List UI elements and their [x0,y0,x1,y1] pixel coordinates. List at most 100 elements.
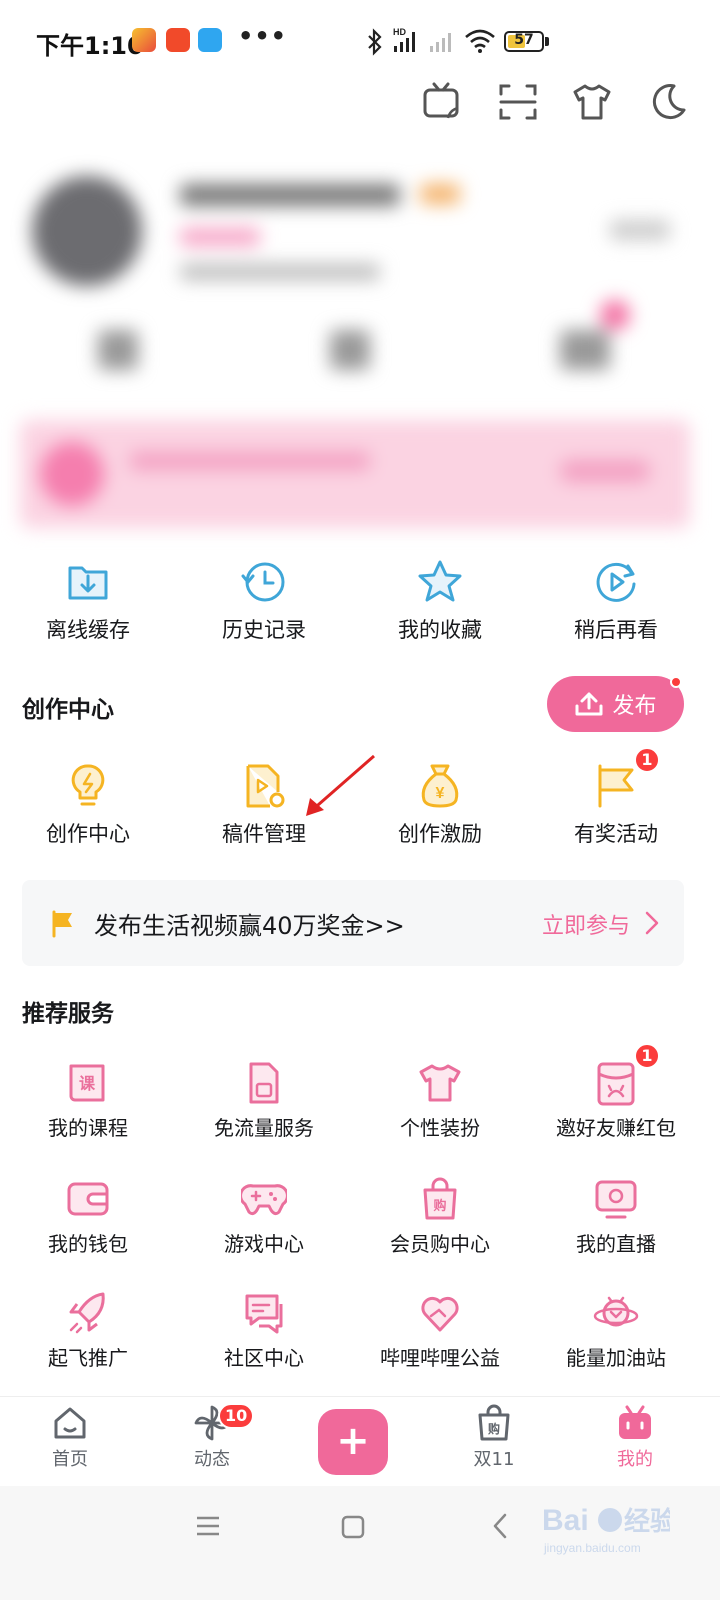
dynamic-badge: 10 [218,1403,255,1429]
svg-text:经验: 经验 [624,1506,670,1537]
service-label: 会员购中心 [390,1232,490,1256]
scan-icon[interactable] [496,80,540,124]
quick-label: 离线缓存 [46,618,130,642]
stat-1-blur[interactable] [98,330,138,370]
service-item-invite[interactable]: 邀好友赚红包 [528,1060,704,1141]
red-packet-icon [597,1062,635,1106]
shopping-bag-icon: 购 [478,1404,510,1441]
profile-card[interactable] [20,150,690,540]
banner-flag-icon [52,910,72,938]
creation-label: 创作激励 [398,822,482,846]
nav-label: 首页 [52,1449,88,1470]
stat-2-blur[interactable] [330,330,370,370]
services-section-title: 推荐服务 [22,1001,114,1027]
star-icon [418,560,462,602]
svg-text:HD: HD [393,27,406,37]
menu-icon[interactable] [194,1514,222,1538]
svg-text:jingyan.baidu.com: jingyan.baidu.com [543,1541,641,1555]
svg-text:课: 课 [79,1074,96,1093]
username-blur [180,184,400,206]
creation-label: 稿件管理 [222,822,306,846]
reward-activity-item[interactable]: 有奖活动 [528,762,704,848]
service-item-wallet[interactable]: 我的钱包 [0,1176,176,1257]
upload-icon [575,692,603,716]
service-item-energy-station[interactable]: 能量加油站 [528,1290,704,1371]
service-item-community[interactable]: 社区中心 [176,1290,352,1371]
quick-label: 历史记录 [222,618,306,642]
watch-later-item[interactable]: 稍后再看 [528,558,704,644]
service-item-my-live[interactable]: 我的直播 [528,1176,704,1257]
sim-card-icon [249,1062,279,1104]
publish-notification-dot [670,676,682,688]
home-square-icon[interactable] [340,1514,366,1540]
service-label: 免流量服务 [214,1116,314,1140]
space-link-blur[interactable] [610,220,670,240]
download-folder-icon [68,566,108,600]
nav-label-active: 我的 [617,1449,653,1470]
stat-badge-blur [600,300,630,330]
avatar[interactable] [32,176,142,286]
level-badge-blur [420,184,460,204]
service-item-member-shop[interactable]: 购 会员购中心 [352,1176,528,1257]
service-label: 我的直播 [576,1232,656,1256]
service-label: 游戏中心 [224,1232,304,1256]
nav-double11[interactable]: 购 双11 [444,1403,544,1471]
rocket-icon [69,1292,105,1334]
vip-banner-blur[interactable] [20,420,690,528]
energy-planet-icon [593,1296,639,1327]
invite-badge: 1 [634,1043,660,1069]
battery-icon: 57 [504,31,544,52]
service-label: 能量加油站 [566,1346,666,1370]
status-time: 下午1:10 [36,32,144,60]
banner-text: 发布生活视频赢40万奖金>> [94,912,405,940]
creation-center-item[interactable]: 创作中心 [0,762,176,848]
bluetooth-icon [368,28,382,56]
gamepad-icon [241,1184,287,1216]
history-clock-icon [241,562,285,602]
service-item-promotion[interactable]: 起飞推广 [0,1290,176,1371]
course-book-icon: 课 [69,1064,105,1102]
tv-icon[interactable] [420,80,464,124]
quick-label: 稍后再看 [574,618,658,642]
creation-section-title: 创作中心 [22,697,114,723]
tshirt-icon[interactable] [570,80,614,124]
bottom-nav: 首页 动态 10 + 购 双11 我的 [0,1396,720,1486]
service-item-charity[interactable]: 哔哩哔哩公益 [352,1290,528,1371]
service-label: 哔哩哔哩公益 [380,1346,500,1370]
system-nav-bar: Bai 经验 jingyan.baidu.com [0,1486,720,1600]
live-tv-icon [595,1180,637,1219]
chevron-right-icon [645,911,659,935]
publish-plus-button[interactable]: + [318,1409,388,1475]
moon-icon[interactable] [646,80,690,124]
nav-mine[interactable]: 我的 [585,1403,685,1471]
service-item-free-data[interactable]: 免流量服务 [176,1060,352,1141]
service-item-dress-up[interactable]: 个性装扮 [352,1060,528,1141]
svg-text:Bai: Bai [542,1504,589,1537]
service-item-game-center[interactable]: 游戏中心 [176,1176,352,1257]
offline-cache-item[interactable]: 离线缓存 [0,558,176,644]
service-label: 我的课程 [48,1116,128,1140]
service-label: 我的钱包 [48,1232,128,1256]
service-label: 个性装扮 [400,1116,480,1140]
nav-home[interactable]: 首页 [20,1403,120,1471]
service-label: 起飞推广 [48,1346,128,1370]
quick-label: 我的收藏 [398,618,482,642]
coins-blur [180,264,380,280]
publish-button[interactable]: 发布 [547,676,684,732]
battery-percent: 57 [514,32,534,48]
app-icon-panda [132,28,156,52]
favorites-item[interactable]: 我的收藏 [352,558,528,644]
battery-tip [545,37,549,46]
stat-3-blur[interactable] [560,330,610,370]
wifi-icon [465,29,495,53]
activity-banner[interactable]: 发布生活视频赢40万奖金>> 立即参与 [22,880,684,966]
service-item-course[interactable]: 课 我的课程 [0,1060,176,1141]
banner-join-link[interactable]: 立即参与 [542,908,630,940]
svg-text:购: 购 [433,1198,446,1214]
app-icon-taobao [166,28,190,52]
back-icon[interactable] [490,1512,510,1540]
signal-off-icon [430,33,451,52]
history-item[interactable]: 历史记录 [176,558,352,644]
watch-later-icon [596,562,636,602]
home-icon [54,1407,86,1439]
